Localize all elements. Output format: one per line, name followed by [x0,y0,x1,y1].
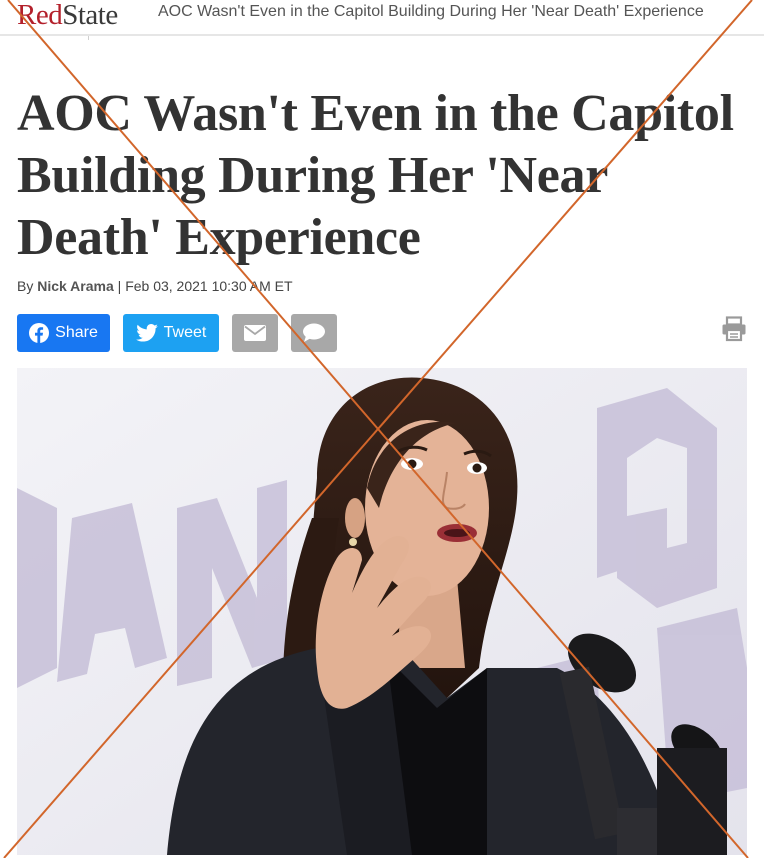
page-title: AOC Wasn't Even in the Capitol Building … [17,85,734,266]
logo-state: State [62,0,118,31]
top-bar: RedState AOC Wasn't Even in the Capitol … [0,0,764,30]
twitter-share-label: Tweet [163,324,207,341]
comment-icon [302,323,326,343]
article-hero-image [17,368,747,855]
email-icon [244,325,266,341]
author-link[interactable]: Nick Arama [37,278,114,294]
byline-separator: | [113,278,126,294]
comment-button[interactable] [291,314,337,352]
twitter-share-button[interactable]: Tweet [123,314,219,352]
byline: By Nick Arama | Feb 03, 2021 10:30 AM ET [17,278,293,294]
publish-date: Feb 03, 2021 10:30 AM ET [125,278,293,294]
topbar-article-title: AOC Wasn't Even in the Capitol Building … [158,3,704,20]
email-share-button[interactable] [232,314,278,352]
divider-notch [88,36,89,40]
divider [0,34,764,36]
site-logo[interactable]: RedState [17,0,118,30]
logo-red: Red [17,0,63,31]
byline-prefix: By [17,278,38,294]
facebook-share-label: Share [55,324,98,341]
twitter-icon [135,324,158,342]
print-icon[interactable] [721,316,747,342]
facebook-share-button[interactable]: Share [17,314,110,352]
facebook-icon [29,323,50,343]
